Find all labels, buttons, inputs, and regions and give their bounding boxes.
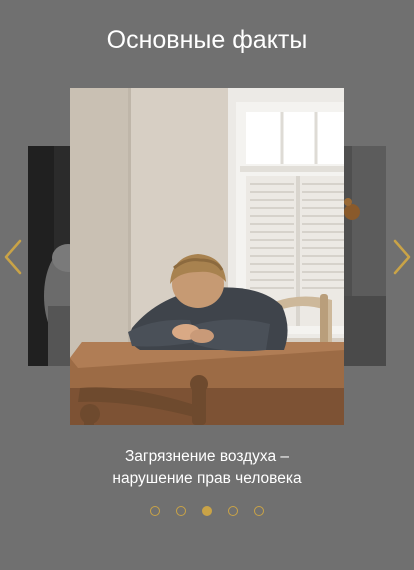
previous-slide-preview[interactable] [28,146,70,366]
previous-slide-button[interactable] [2,238,24,276]
slide-caption-line-2: нарушение прав человека [112,470,302,487]
pagination-dot[interactable] [228,506,238,516]
slide-caption-line-1: Загрязнение воздуха – [124,448,290,465]
carousel-pagination [0,506,414,516]
page-title: Основные факты [106,26,308,54]
next-slide-preview[interactable] [344,146,386,366]
previous-slide-image [28,146,70,366]
chevron-right-icon [393,239,411,275]
slide-caption: Загрязнение воздуха – нарушение прав чел… [40,446,374,490]
pagination-dot-active[interactable] [202,506,212,516]
chevron-left-icon [4,239,22,275]
next-slide-image [344,146,386,366]
pagination-dot[interactable] [150,506,160,516]
pagination-dot[interactable] [176,506,186,516]
next-slide-button[interactable] [391,238,413,276]
main-slide-image[interactable] [70,88,344,425]
pagination-dot[interactable] [254,506,264,516]
man-resting-head-on-table-photo [70,88,344,425]
